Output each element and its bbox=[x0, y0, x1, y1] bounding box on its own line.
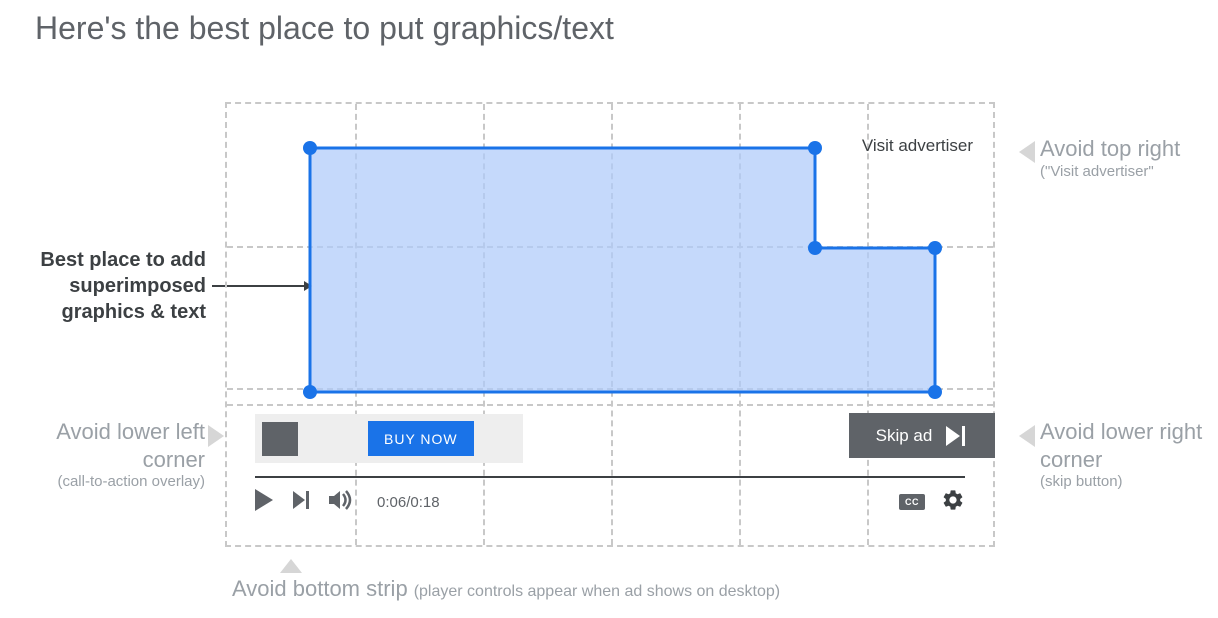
annotation-lower-left-label: Avoid lower left corner bbox=[56, 419, 205, 472]
annotation-bottom-label: Avoid bottom strip bbox=[232, 575, 408, 603]
annotation-bottom: Avoid bottom strip (player controls appe… bbox=[232, 575, 1052, 603]
chevron-up-icon bbox=[280, 555, 302, 577]
annotation-lower-right: Avoid lower right corner (skip button) bbox=[1040, 418, 1218, 492]
visit-advertiser-label: Visit advertiser bbox=[862, 136, 973, 156]
skip-ad-label: Skip ad bbox=[876, 426, 933, 446]
annotation-top-right-label: Avoid top right bbox=[1040, 136, 1180, 161]
chevron-left-icon bbox=[1013, 425, 1035, 447]
annotation-lower-right-sub: (skip button) bbox=[1040, 473, 1218, 492]
volume-icon[interactable] bbox=[329, 490, 353, 515]
annotation-top-right-sub: ("Visit advertiser" bbox=[1040, 163, 1180, 182]
annotation-top-right: Avoid top right ("Visit advertiser" bbox=[1040, 135, 1180, 181]
gear-icon[interactable] bbox=[941, 488, 965, 517]
cta-thumbnail bbox=[262, 422, 298, 456]
annotation-best-place: Best place to add superimposed graphics … bbox=[10, 247, 206, 325]
grid-horizontal bbox=[227, 388, 993, 390]
annotation-lower-left-sub: (call-to-action overlay) bbox=[15, 473, 205, 492]
player-controls: 0:06/0:18 CC bbox=[255, 476, 965, 516]
buy-now-button[interactable]: BUY NOW bbox=[368, 421, 474, 456]
cc-button[interactable]: CC bbox=[899, 494, 925, 510]
page-title: Here's the best place to put graphics/te… bbox=[35, 10, 614, 47]
annotation-bottom-sub: (player controls appear when ad shows on… bbox=[414, 582, 780, 602]
diagram: Visit advertiser BUY NOW Skip ad bbox=[225, 102, 995, 547]
skip-next-icon bbox=[946, 426, 968, 446]
play-icon[interactable] bbox=[255, 489, 275, 516]
annotation-lower-right-label: Avoid lower right corner bbox=[1040, 419, 1202, 472]
seek-bar[interactable] bbox=[255, 476, 965, 478]
grid-horizontal bbox=[227, 246, 993, 248]
time-display: 0:06/0:18 bbox=[377, 494, 440, 511]
grid-horizontal bbox=[227, 404, 993, 406]
annotation-lower-left: Avoid lower left corner (call-to-action … bbox=[15, 418, 205, 492]
chevron-left-icon bbox=[1013, 141, 1035, 163]
skip-ad-button[interactable]: Skip ad bbox=[849, 413, 995, 458]
next-icon[interactable] bbox=[293, 491, 311, 514]
cta-overlay: BUY NOW bbox=[255, 414, 523, 463]
